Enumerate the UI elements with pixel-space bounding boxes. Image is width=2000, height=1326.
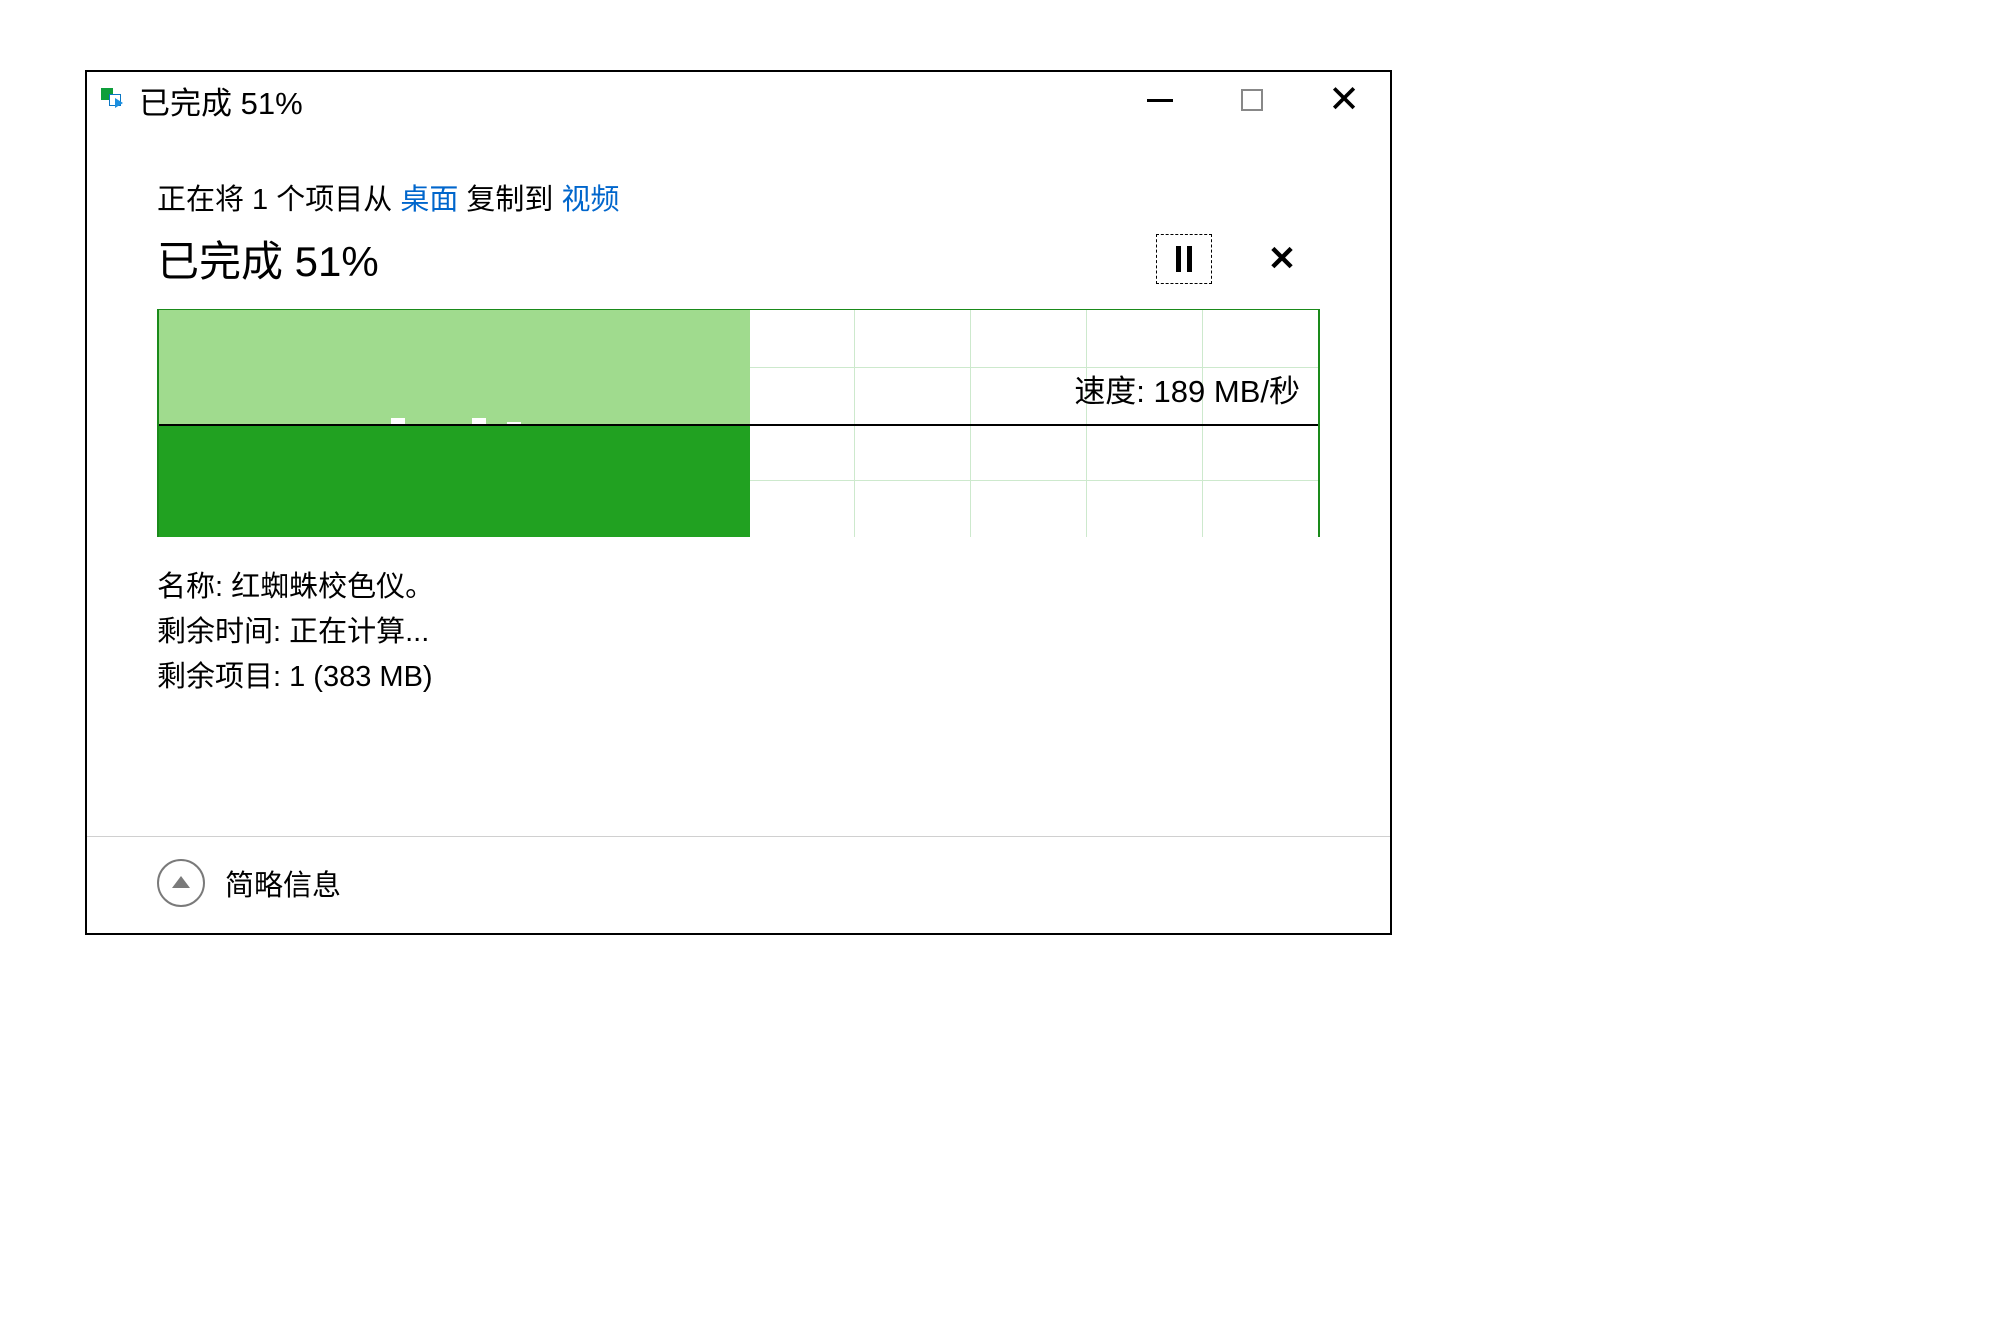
detail-name: 名称: 红蜘蛛校色仪。 — [157, 565, 1320, 610]
copy-progress-icon — [101, 86, 129, 114]
speed-label: 速度: 189 MB/秒 — [1074, 366, 1300, 411]
cancel-icon: ✕ — [1268, 239, 1297, 279]
toggle-details-label: 简略信息 — [225, 862, 341, 904]
progress-header: 已完成 51% ✕ — [157, 228, 1320, 289]
close-button[interactable]: ✕ — [1298, 72, 1390, 128]
graph-progress-fill-upper — [159, 310, 750, 424]
dialog-footer: 简略信息 — [87, 837, 1390, 933]
minimize-icon — [1147, 99, 1173, 102]
pause-icon — [1187, 246, 1192, 272]
toggle-details-button[interactable] — [157, 859, 205, 907]
file-copy-dialog: 已完成 51% ✕ 正在将 1 个项目从 桌面 复制到 视频 已完成 51% ✕ — [85, 70, 1392, 935]
window-title: 已完成 51% — [139, 78, 303, 123]
cancel-button[interactable]: ✕ — [1254, 234, 1310, 284]
maximize-icon — [1241, 89, 1263, 111]
window-controls: ✕ — [1114, 72, 1390, 128]
copy-description: 正在将 1 个项目从 桌面 复制到 视频 — [157, 176, 1320, 218]
current-speed-line — [159, 424, 1318, 426]
pause-button[interactable] — [1156, 234, 1212, 284]
detail-time-remaining: 剩余时间: 正在计算... — [157, 610, 1320, 655]
transfer-details: 名称: 红蜘蛛校色仪。 剩余时间: 正在计算... 剩余项目: 1 (383 M… — [157, 565, 1320, 700]
copy-middle: 复制到 — [458, 184, 561, 216]
progress-actions: ✕ — [1156, 234, 1320, 284]
pause-icon — [1176, 246, 1181, 272]
source-folder-link[interactable]: 桌面 — [400, 184, 458, 216]
dialog-content: 正在将 1 个项目从 桌面 复制到 视频 已完成 51% ✕ — [87, 128, 1390, 808]
chevron-up-icon — [172, 876, 190, 888]
copy-prefix: 正在将 1 个项目从 — [157, 184, 400, 216]
minimize-button[interactable] — [1114, 72, 1206, 128]
maximize-button[interactable] — [1206, 72, 1298, 128]
close-icon: ✕ — [1328, 81, 1360, 119]
detail-items-remaining: 剩余项目: 1 (383 MB) — [157, 655, 1320, 700]
title-bar[interactable]: 已完成 51% ✕ — [87, 72, 1390, 128]
speed-graph: 速度: 189 MB/秒 — [157, 309, 1320, 537]
destination-folder-link[interactable]: 视频 — [561, 184, 619, 216]
graph-progress-fill-lower — [159, 424, 750, 538]
progress-percent-text: 已完成 51% — [157, 228, 379, 289]
